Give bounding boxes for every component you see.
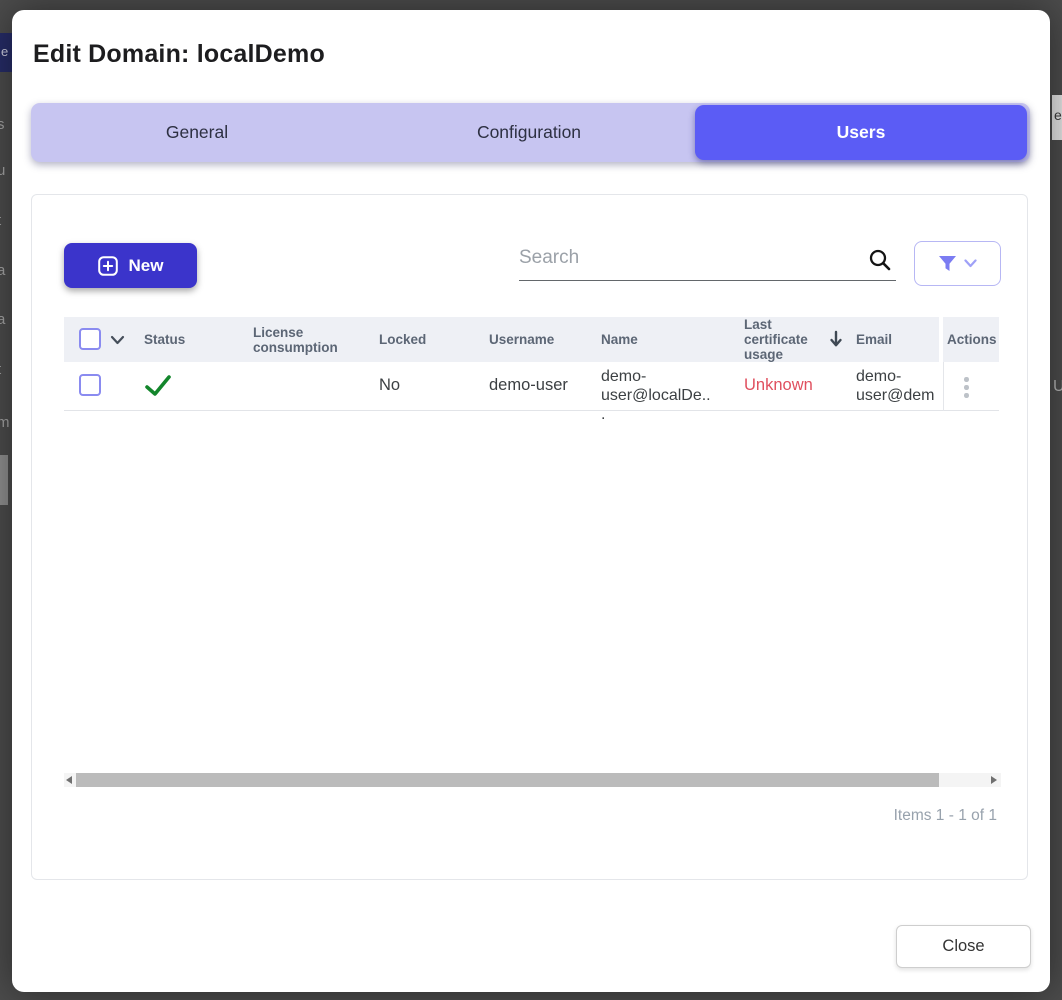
name-cell: demo-user@localDe... [601, 367, 715, 424]
locked-cell: No [379, 376, 400, 395]
tab-users[interactable]: Users [695, 105, 1027, 160]
column-header-last-certificate-usage[interactable]: Last certificate usage [744, 317, 832, 362]
plus-square-icon [98, 256, 118, 276]
new-user-button[interactable]: New [64, 243, 197, 288]
email-cell: demo-user@demo [856, 367, 940, 407]
background-text-fragment: a [0, 311, 5, 328]
actions-column-divider [943, 362, 944, 411]
column-header-email[interactable]: Email [856, 332, 892, 347]
filter-funnel-icon [938, 255, 957, 272]
column-header-locked[interactable]: Locked [379, 332, 426, 347]
search-icon[interactable] [868, 248, 892, 277]
background-text-fragment: m [0, 414, 10, 431]
username-cell: demo-user [489, 376, 568, 395]
status-ok-icon [144, 372, 172, 405]
scroll-right-arrow-icon[interactable] [991, 776, 997, 784]
search-field [519, 239, 896, 281]
select-menu-chevron-icon[interactable] [110, 333, 125, 348]
search-input[interactable] [519, 239, 859, 277]
column-header-license-consumption[interactable]: License consumption [253, 325, 365, 355]
background-text-fragment: t [0, 212, 1, 229]
sort-descending-icon [829, 330, 843, 351]
table-row[interactable]: No demo-user demo-user@localDe... Unknow… [64, 362, 999, 411]
table-header: Status License consumption Locked Userna… [64, 317, 999, 362]
column-header-actions: Actions [947, 332, 997, 347]
background-text-fragment: u [0, 162, 5, 179]
background-text-fragment: s [0, 116, 5, 133]
tab-configuration[interactable]: Configuration [363, 103, 695, 162]
chevron-down-icon [964, 259, 977, 268]
horizontal-scrollbar[interactable] [64, 773, 1001, 787]
select-all-checkbox[interactable] [79, 328, 101, 350]
scroll-left-arrow-icon[interactable] [66, 776, 72, 784]
last-certificate-usage-cell: Unknown [744, 376, 813, 395]
background-right-fragment: e [1052, 95, 1062, 140]
background-text-fragment: t [0, 361, 1, 378]
filter-dropdown-button[interactable] [914, 241, 1001, 286]
column-header-status[interactable]: Status [144, 332, 185, 347]
tab-bar: General Configuration Users [31, 103, 1030, 162]
horizontal-scrollbar-thumb[interactable] [76, 773, 939, 787]
kebab-menu-icon[interactable] [958, 371, 975, 404]
background-navbar-fragment: e [0, 33, 12, 72]
page-title: Edit Domain: localDemo [33, 40, 325, 69]
column-header-name[interactable]: Name [601, 332, 638, 347]
users-panel: New [31, 194, 1028, 880]
tab-general[interactable]: General [31, 103, 363, 162]
pagination-items-label: Items 1 - 1 of 1 [894, 807, 997, 825]
row-checkbox[interactable] [79, 374, 101, 396]
edit-domain-modal: Edit Domain: localDemo General Configura… [12, 10, 1050, 992]
column-header-username[interactable]: Username [489, 332, 554, 347]
background-text-fragment: U [1053, 378, 1062, 396]
new-user-button-label: New [129, 256, 164, 276]
close-button[interactable]: Close [896, 925, 1031, 968]
background-scrollbar-fragment [0, 455, 8, 505]
background-text-fragment: a [0, 262, 5, 279]
